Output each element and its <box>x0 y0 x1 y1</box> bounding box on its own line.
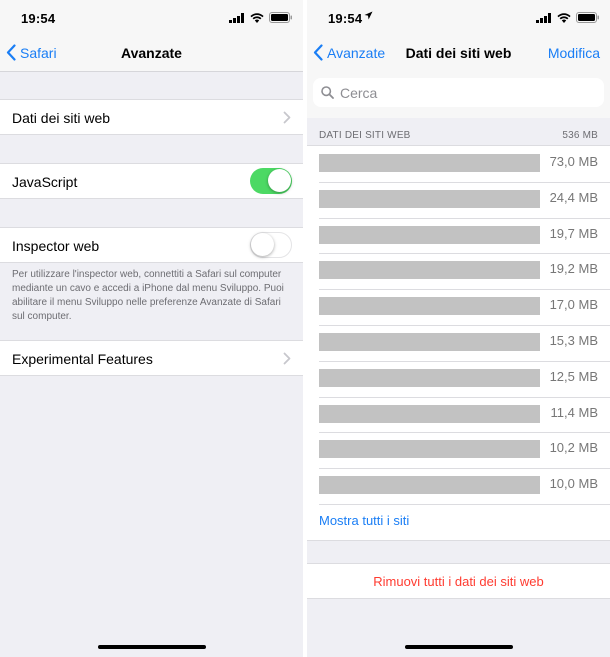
redacted-site-name <box>319 404 540 423</box>
redacted-site-name <box>319 261 540 280</box>
list-item[interactable]: 12,5 MB <box>307 360 610 397</box>
wifi-icon <box>557 12 571 23</box>
search-placeholder: Cerca <box>340 84 378 101</box>
remove-all-website-data-button[interactable]: Rimuovi tutti i dati dei siti web <box>307 563 610 599</box>
redacted-site-name <box>319 476 540 495</box>
web-inspector-toggle[interactable] <box>250 232 292 258</box>
chevron-right-icon <box>283 352 291 365</box>
site-size: 12,5 MB <box>549 368 598 384</box>
chevron-right-icon <box>283 111 291 124</box>
show-all-sites-label: Mostra tutti i siti <box>319 512 410 528</box>
advanced-settings-screen: 19:54 Safari Avanzate Dati dei siti web … <box>0 0 303 657</box>
site-size: 10,0 MB <box>549 476 598 492</box>
site-size: 19,7 MB <box>549 225 598 241</box>
redacted-site-name <box>319 297 540 316</box>
website-data-cell[interactable]: Dati dei siti web <box>0 99 303 135</box>
navigation-bar: Avanzate Dati dei siti web Modifica <box>307 36 610 72</box>
site-size: 19,2 MB <box>549 261 598 277</box>
search-bar-container: Cerca <box>307 72 610 118</box>
battery-icon <box>576 12 599 23</box>
redacted-site-name <box>319 225 540 244</box>
redacted-site-name <box>319 368 540 387</box>
web-inspector-cell: Inspector web <box>0 227 303 263</box>
status-bar: 19:54 <box>0 0 303 36</box>
cellular-signal-icon <box>536 12 551 23</box>
site-size: 73,0 MB <box>549 154 598 169</box>
section-header: DATI DEI SITI WEB 536 MB <box>319 130 598 141</box>
experimental-features-cell[interactable]: Experimental Features <box>0 340 303 376</box>
list-item[interactable]: 10,0 MB <box>307 468 610 504</box>
edit-button[interactable]: Modifica <box>548 45 600 61</box>
section-total-size: 536 MB <box>562 130 598 141</box>
location-arrow-icon <box>364 11 373 20</box>
site-size: 17,0 MB <box>549 297 598 313</box>
home-indicator[interactable] <box>404 645 513 649</box>
status-time: 19:54 <box>21 11 56 26</box>
list-item[interactable]: 10,2 MB <box>307 432 610 468</box>
redacted-site-name <box>319 154 540 172</box>
remove-all-label: Rimuovi tutti i dati dei siti web <box>373 574 544 589</box>
wifi-icon <box>250 12 264 23</box>
redacted-site-name <box>319 189 540 208</box>
status-time: 19:54 <box>328 11 363 26</box>
site-size: 11,4 MB <box>550 404 598 420</box>
site-size: 10,2 MB <box>549 440 598 456</box>
list-item[interactable]: 11,4 MB <box>307 396 610 433</box>
website-data-screen: 19:54 Avanzate Dati dei siti web Modific… <box>307 0 610 657</box>
javascript-cell: JavaScript <box>0 163 303 199</box>
list-item[interactable]: 19,7 MB <box>307 217 610 254</box>
navigation-bar: Safari Avanzate <box>0 36 303 72</box>
list-item[interactable]: 17,0 MB <box>307 289 610 325</box>
javascript-toggle[interactable] <box>250 168 292 194</box>
battery-icon <box>269 12 292 23</box>
list-item[interactable]: 19,2 MB <box>307 253 610 289</box>
web-inspector-label: Inspector web <box>12 238 100 254</box>
page-title: Avanzate <box>121 45 182 61</box>
list-item[interactable]: 24,4 MB <box>307 181 610 218</box>
search-input[interactable]: Cerca <box>313 78 604 107</box>
section-title: DATI DEI SITI WEB <box>319 130 411 141</box>
list-item[interactable]: 73,0 MB <box>307 146 610 182</box>
website-data-label: Dati dei siti web <box>12 110 111 126</box>
site-size: 24,4 MB <box>549 189 598 205</box>
home-indicator[interactable] <box>97 645 206 649</box>
show-all-sites-link[interactable]: Mostra tutti i siti <box>307 503 610 540</box>
cellular-signal-icon <box>229 12 244 23</box>
website-data-list: 73,0 MB 24,4 MB 19,7 MB 19,2 MB 17,0 MB … <box>307 145 610 541</box>
redacted-site-name <box>319 332 540 351</box>
search-icon <box>321 86 334 99</box>
status-bar: 19:54 <box>307 0 610 36</box>
redacted-site-name <box>319 440 540 459</box>
list-item[interactable]: 15,3 MB <box>307 324 610 361</box>
experimental-features-label: Experimental Features <box>12 351 153 367</box>
web-inspector-footnote: Per utilizzare l'inspector web, connetti… <box>12 269 284 322</box>
site-size: 15,3 MB <box>549 332 598 348</box>
javascript-label: JavaScript <box>12 174 78 190</box>
